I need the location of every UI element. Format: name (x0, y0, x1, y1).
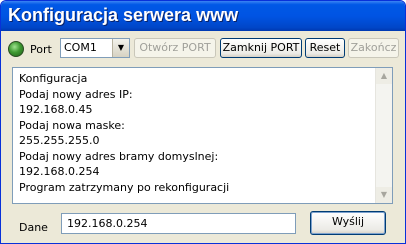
port-select[interactable]: COM1 ▼ (60, 38, 130, 58)
port-select-value: COM1 (64, 41, 97, 54)
scroll-down-icon[interactable]: ▼ (376, 187, 392, 203)
log-scrollbar[interactable]: ▲ ▼ (375, 68, 392, 203)
chevron-down-icon[interactable]: ▼ (112, 39, 129, 57)
log-textarea[interactable]: Konfiguracja Podaj nowy adres IP: 192.16… (12, 67, 393, 204)
log-line: 192.168.0.254 (19, 165, 100, 178)
log-line: Podaj nowy adres bramy domyslnej: (19, 149, 219, 163)
scroll-up-icon[interactable]: ▲ (376, 68, 392, 84)
app-window: Konfiguracja serwera www Port COM1 ▼ Otw… (0, 0, 406, 244)
window-title: Konfiguracja serwera www (8, 5, 239, 25)
close-port-button[interactable]: Zamknij PORT (220, 38, 302, 58)
log-line: Podaj nowy adres IP: (19, 87, 133, 101)
log-line: 255.255.255.0 (19, 134, 100, 147)
finish-button[interactable]: Zakończ (348, 38, 399, 58)
log-line: 192.168.0.45 (19, 103, 93, 116)
log-lines: Konfiguracja Podaj nowy adres IP: 192.16… (19, 71, 229, 195)
data-label: Dane (19, 221, 48, 234)
open-port-button[interactable]: Otwórz PORT (134, 38, 216, 58)
send-button[interactable]: Wyślij (310, 211, 386, 235)
data-input[interactable]: 192.168.0.254 (61, 213, 296, 234)
port-status-led-icon (8, 41, 24, 57)
title-bar: Konfiguracja serwera www (1, 1, 405, 31)
reset-button[interactable]: Reset (305, 38, 345, 58)
log-line: Konfiguracja (19, 72, 88, 85)
log-line: Program zatrzymany po rekonfiguracji (19, 180, 230, 194)
port-label: Port (30, 43, 52, 56)
log-line: Podaj nowa maske: (19, 118, 125, 132)
